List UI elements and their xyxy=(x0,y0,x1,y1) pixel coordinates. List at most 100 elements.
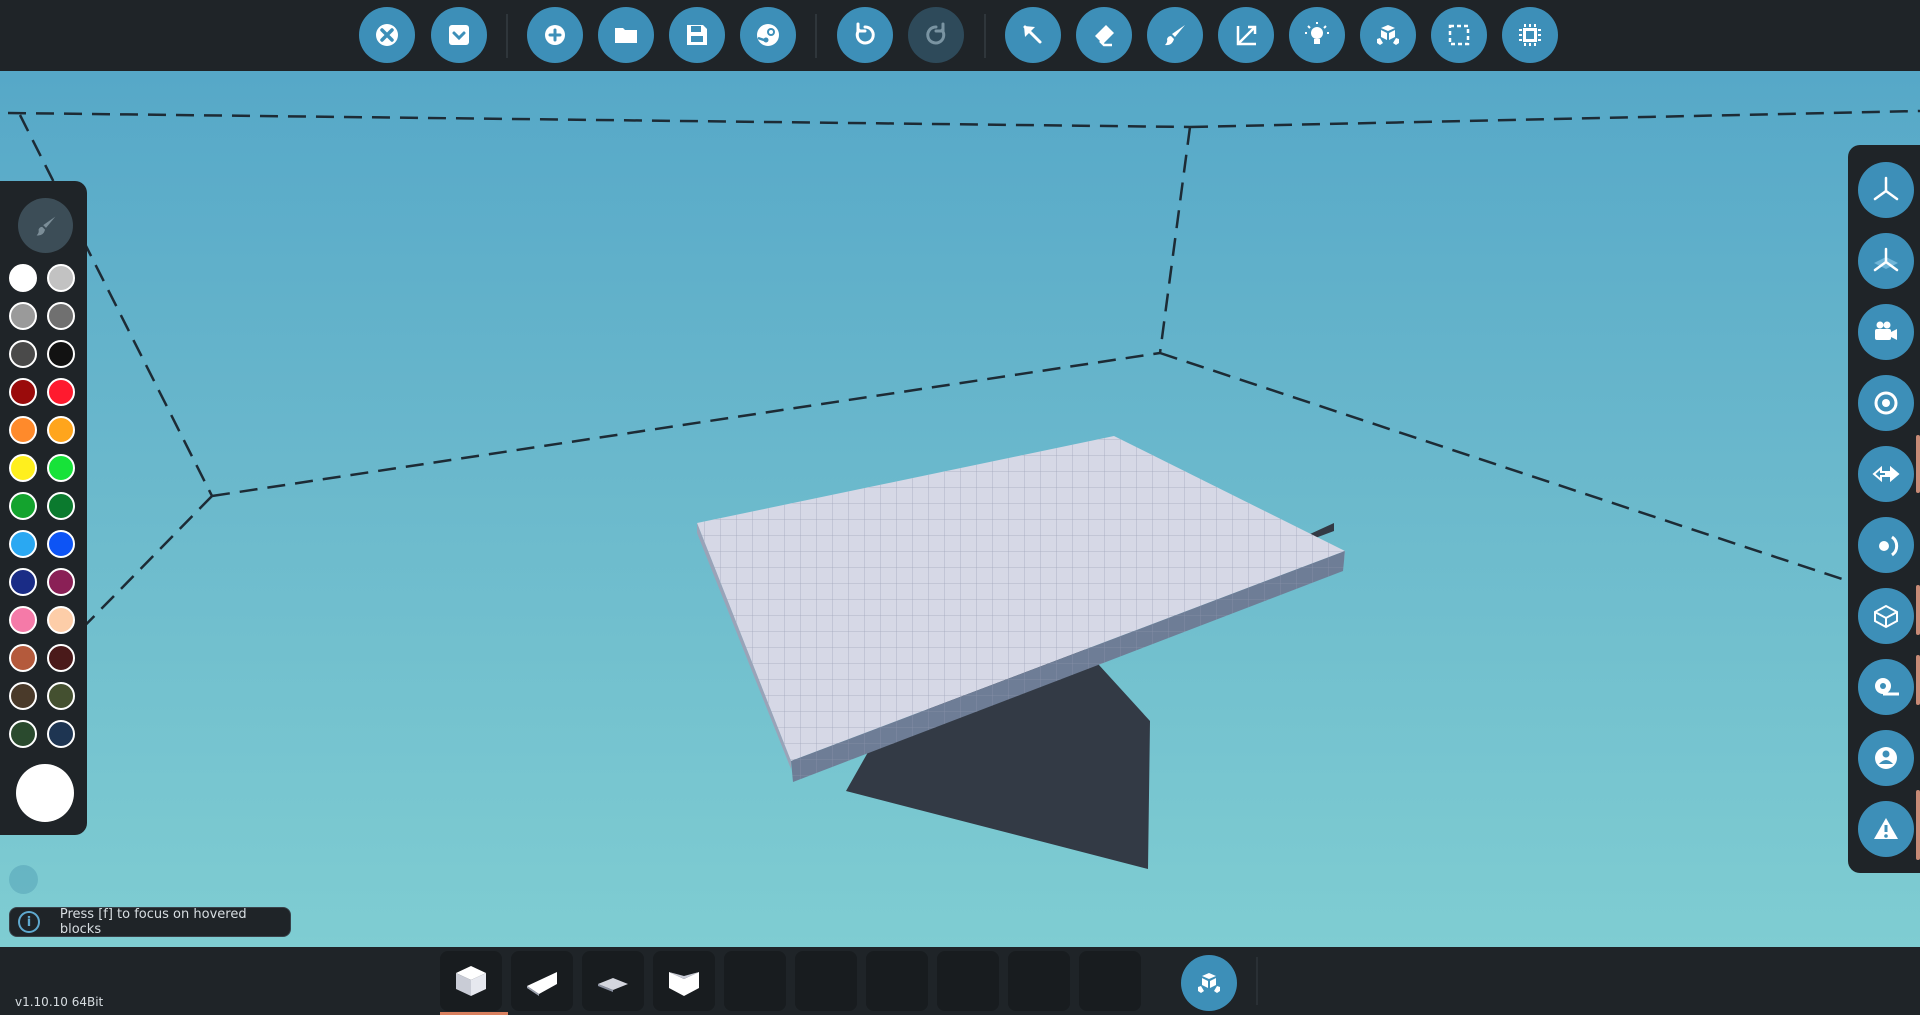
color-swatch[interactable] xyxy=(9,454,37,482)
save-button[interactable] xyxy=(669,7,725,63)
info-icon: i xyxy=(18,911,40,933)
chevron-down-box-icon xyxy=(449,25,469,45)
warning-icon xyxy=(1874,818,1898,839)
hotbar-slot-6[interactable] xyxy=(795,951,857,1011)
scale-tool-button[interactable] xyxy=(1218,7,1274,63)
color-swatch[interactable] xyxy=(47,378,75,406)
color-swatch[interactable] xyxy=(9,568,37,596)
color-swatch[interactable] xyxy=(47,606,75,634)
color-swatch[interactable] xyxy=(9,416,37,444)
color-swatch[interactable] xyxy=(47,264,75,292)
color-swatch[interactable] xyxy=(47,492,75,520)
resize-arrows-icon xyxy=(1236,25,1257,46)
color-swatch[interactable] xyxy=(9,340,37,368)
current-color-swatch[interactable] xyxy=(16,764,74,822)
color-swatch[interactable] xyxy=(47,454,75,482)
undo-button[interactable] xyxy=(837,7,893,63)
camera-button[interactable] xyxy=(1858,304,1914,360)
hotbar-slot-3[interactable] xyxy=(582,951,644,1011)
axes-plane-icon xyxy=(1873,247,1899,272)
steam-button[interactable] xyxy=(740,7,796,63)
undo-icon xyxy=(855,22,875,45)
area-select-button[interactable] xyxy=(1431,7,1487,63)
paint-tool-button[interactable] xyxy=(1147,7,1203,63)
color-swatch[interactable] xyxy=(47,720,75,748)
block-bounds-button[interactable] xyxy=(1858,588,1914,644)
hotbar-slot-8[interactable] xyxy=(937,951,999,1011)
steam-icon xyxy=(757,24,779,46)
hotbar-slot-10[interactable] xyxy=(1079,951,1141,1011)
light-bulb-icon xyxy=(1305,22,1329,44)
cursor-arrow-icon xyxy=(1023,25,1042,44)
color-swatch[interactable] xyxy=(9,492,37,520)
toolbar-divider xyxy=(815,14,817,58)
box-outline-icon xyxy=(1874,604,1898,629)
color-swatch[interactable] xyxy=(9,378,37,406)
new-button[interactable] xyxy=(527,7,583,63)
seat-button[interactable] xyxy=(1858,730,1914,786)
color-swatch[interactable] xyxy=(9,302,37,330)
cubes-icon xyxy=(1377,25,1399,45)
collapse-button[interactable] xyxy=(431,7,487,63)
warnings-button[interactable] xyxy=(1858,801,1914,857)
select-tool-button[interactable] xyxy=(1005,7,1061,63)
paint-mode-button[interactable] xyxy=(18,198,73,253)
color-swatch[interactable] xyxy=(9,530,37,558)
blocks-tool-button[interactable] xyxy=(1360,7,1416,63)
open-button[interactable] xyxy=(598,7,654,63)
logic-tool-button[interactable] xyxy=(1502,7,1558,63)
arrows-horizontal-icon xyxy=(1872,465,1900,483)
color-swatch[interactable] xyxy=(47,416,75,444)
flat-plate-icon xyxy=(598,978,628,992)
bottom-hotbar: v1.10.10 64Bit xyxy=(0,947,1920,1015)
indicator-dot xyxy=(9,865,38,894)
axes-icon xyxy=(1873,176,1899,201)
axis-view-button-1[interactable] xyxy=(1858,162,1914,218)
color-swatch[interactable] xyxy=(47,644,75,672)
color-swatch[interactable] xyxy=(9,264,37,292)
lights-tool-button[interactable] xyxy=(1289,7,1345,63)
hotbar-slot-4[interactable] xyxy=(653,951,715,1011)
hint-text: Press [f] to focus on hovered blocks xyxy=(59,907,247,937)
hotbar-slot-9[interactable] xyxy=(1008,951,1070,1011)
color-swatch[interactable] xyxy=(47,682,75,710)
color-swatch[interactable] xyxy=(47,568,75,596)
color-swatch[interactable] xyxy=(47,302,75,330)
rotation-button[interactable] xyxy=(1858,517,1914,573)
color-swatch[interactable] xyxy=(9,720,37,748)
scene-canvas xyxy=(7,109,1920,869)
camera-icon xyxy=(1875,321,1897,340)
color-swatch[interactable] xyxy=(47,340,75,368)
build-viewport[interactable] xyxy=(0,71,1920,947)
measure-button[interactable] xyxy=(1858,659,1914,715)
paint-brush-icon xyxy=(36,216,55,235)
erase-tool-button[interactable] xyxy=(1076,7,1132,63)
plus-circle-icon xyxy=(545,25,565,45)
color-swatch[interactable] xyxy=(9,606,37,634)
inventory-button[interactable] xyxy=(1181,955,1237,1011)
center-of-mass-button[interactable] xyxy=(1858,375,1914,431)
color-swatch[interactable] xyxy=(47,530,75,558)
panel-edge-marker xyxy=(1916,585,1920,635)
pilot-seat-icon xyxy=(1875,747,1897,769)
color-swatch[interactable] xyxy=(9,644,37,672)
color-swatch[interactable] xyxy=(9,682,37,710)
cube-block-icon xyxy=(456,966,486,996)
rotate-icon xyxy=(1879,535,1899,557)
connections-button[interactable] xyxy=(1858,446,1914,502)
close-button[interactable] xyxy=(359,7,415,63)
hotbar-slot-2[interactable] xyxy=(511,951,573,1011)
top-toolbar xyxy=(0,0,1920,71)
cubes-icon xyxy=(1198,973,1220,993)
hotbar-slot-1[interactable] xyxy=(440,951,508,1015)
floppy-disk-icon xyxy=(687,25,707,45)
axis-view-button-2[interactable] xyxy=(1858,233,1914,289)
panel-edge-marker xyxy=(1916,435,1920,493)
color-palette xyxy=(0,181,87,835)
hotbar-slot-7[interactable] xyxy=(866,951,928,1011)
redo-button[interactable] xyxy=(908,7,964,63)
hotbar-slot-5[interactable] xyxy=(724,951,786,1011)
tape-measure-icon xyxy=(1875,678,1899,696)
paint-brush-icon xyxy=(1165,25,1185,46)
dashed-selection-icon xyxy=(1448,24,1470,46)
